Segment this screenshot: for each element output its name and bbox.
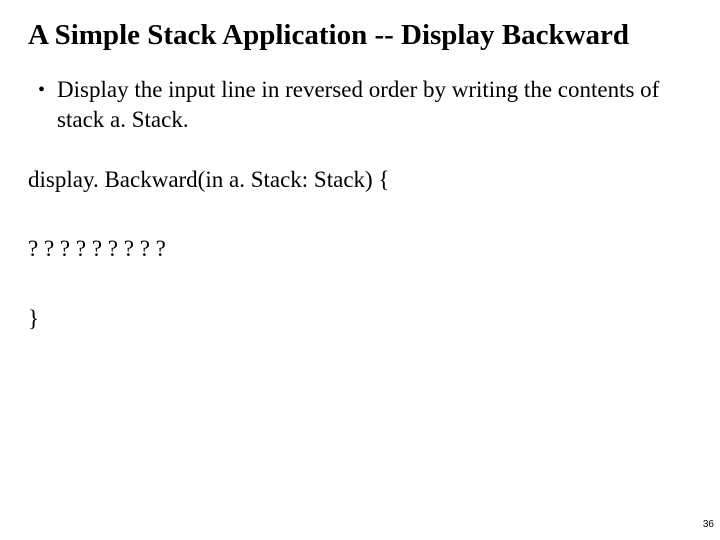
bullet-item: • Display the input line in reversed ord… bbox=[38, 75, 692, 135]
slide: A Simple Stack Application -- Display Ba… bbox=[0, 0, 720, 540]
code-line-close: } bbox=[28, 304, 692, 334]
bullet-text: Display the input line in reversed order… bbox=[57, 75, 667, 135]
page-number: 36 bbox=[703, 519, 714, 530]
slide-title: A Simple Stack Application -- Display Ba… bbox=[28, 18, 692, 53]
code-line-signature: display. Backward(in a. Stack: Stack) { bbox=[28, 165, 692, 195]
bullet-dot-icon: • bbox=[38, 77, 45, 103]
code-line-body: ? ? ? ? ? ? ? ? ? bbox=[28, 234, 692, 264]
